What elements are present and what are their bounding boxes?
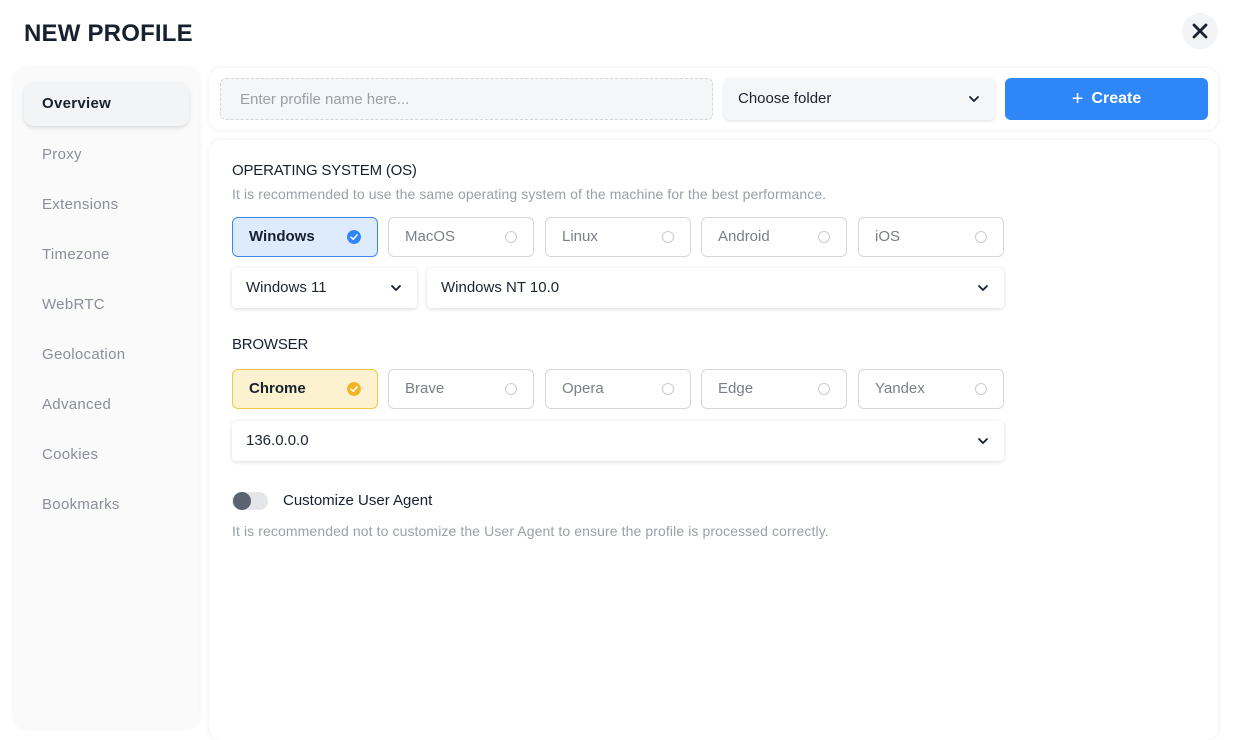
create-button[interactable]: + Create [1005, 78, 1208, 120]
chevron-down-icon [969, 96, 979, 102]
sidebar: Overview Proxy Extensions Timezone WebRT… [14, 68, 199, 728]
os-option-label: Linux [562, 228, 598, 245]
check-circle-icon [347, 382, 361, 396]
folder-select[interactable]: Choose folder [724, 78, 995, 120]
overview-panel: OPERATING SYSTEM (OS) It is recommended … [209, 140, 1218, 740]
user-agent-toggle-label: Customize User Agent [283, 492, 433, 509]
close-icon [1192, 23, 1208, 39]
sidebar-item-proxy[interactable]: Proxy [24, 133, 189, 177]
os-platform-value: Windows NT 10.0 [441, 279, 560, 296]
sidebar-item-webrtc[interactable]: WebRTC [24, 283, 189, 327]
user-agent-hint: It is recommended not to customize the U… [232, 523, 829, 539]
sidebar-item-overview[interactable]: Overview [24, 82, 189, 126]
profile-name-input[interactable] [220, 78, 713, 120]
browser-option-label: Chrome [249, 380, 306, 397]
os-option-android[interactable]: Android [701, 217, 847, 257]
plus-icon: + [1071, 88, 1084, 110]
browser-option-label: Brave [405, 380, 445, 397]
os-option-ios[interactable]: iOS [858, 217, 1004, 257]
radio-icon [818, 383, 830, 395]
sidebar-item-bookmarks[interactable]: Bookmarks [24, 483, 189, 527]
os-option-linux[interactable]: Linux [545, 217, 691, 257]
radio-icon [662, 383, 674, 395]
os-hint: It is recommended to use the same operat… [232, 186, 827, 202]
radio-icon [505, 231, 517, 243]
check-circle-icon [347, 230, 361, 244]
page-title: NEW PROFILE [24, 20, 193, 47]
chevron-down-icon [978, 285, 988, 291]
os-option-label: Android [718, 228, 770, 245]
os-option-label: MacOS [405, 228, 456, 245]
chevron-down-icon [391, 285, 401, 291]
sidebar-item-geolocation[interactable]: Geolocation [24, 333, 189, 377]
profile-topbar: Choose folder + Create [209, 68, 1218, 130]
toggle-knob [233, 492, 251, 510]
user-agent-toggle[interactable] [232, 492, 268, 510]
browser-option-brave[interactable]: Brave [388, 369, 534, 409]
browser-option-label: Edge [718, 380, 754, 397]
browser-option-label: Yandex [875, 380, 925, 397]
radio-icon [505, 383, 517, 395]
os-platform-select[interactable]: Windows NT 10.0 [427, 268, 1004, 308]
radio-icon [975, 383, 987, 395]
sidebar-item-advanced[interactable]: Advanced [24, 383, 189, 427]
os-option-label: Windows [249, 228, 315, 245]
browser-version-value: 136.0.0.0 [246, 432, 309, 449]
folder-select-label: Choose folder [738, 90, 832, 107]
browser-section-title: BROWSER [232, 336, 309, 353]
chevron-down-icon [978, 438, 988, 444]
os-option-label: iOS [875, 228, 901, 245]
close-button[interactable] [1182, 13, 1218, 49]
os-section-title: OPERATING SYSTEM (OS) [232, 162, 417, 179]
sidebar-item-timezone[interactable]: Timezone [24, 233, 189, 277]
create-button-label: Create [1091, 90, 1142, 107]
radio-icon [818, 231, 830, 243]
sidebar-item-extensions[interactable]: Extensions [24, 183, 189, 227]
os-version-value: Windows 11 [246, 279, 327, 296]
radio-icon [975, 231, 987, 243]
browser-option-yandex[interactable]: Yandex [858, 369, 1004, 409]
browser-option-chrome[interactable]: Chrome [232, 369, 378, 409]
os-version-select[interactable]: Windows 11 [232, 268, 417, 308]
browser-option-edge[interactable]: Edge [701, 369, 847, 409]
sidebar-item-cookies[interactable]: Cookies [24, 433, 189, 477]
os-option-windows[interactable]: Windows [232, 217, 378, 257]
browser-option-opera[interactable]: Opera [545, 369, 691, 409]
os-option-macos[interactable]: MacOS [388, 217, 534, 257]
browser-option-label: Opera [562, 380, 604, 397]
browser-version-select[interactable]: 136.0.0.0 [232, 421, 1004, 461]
radio-icon [662, 231, 674, 243]
